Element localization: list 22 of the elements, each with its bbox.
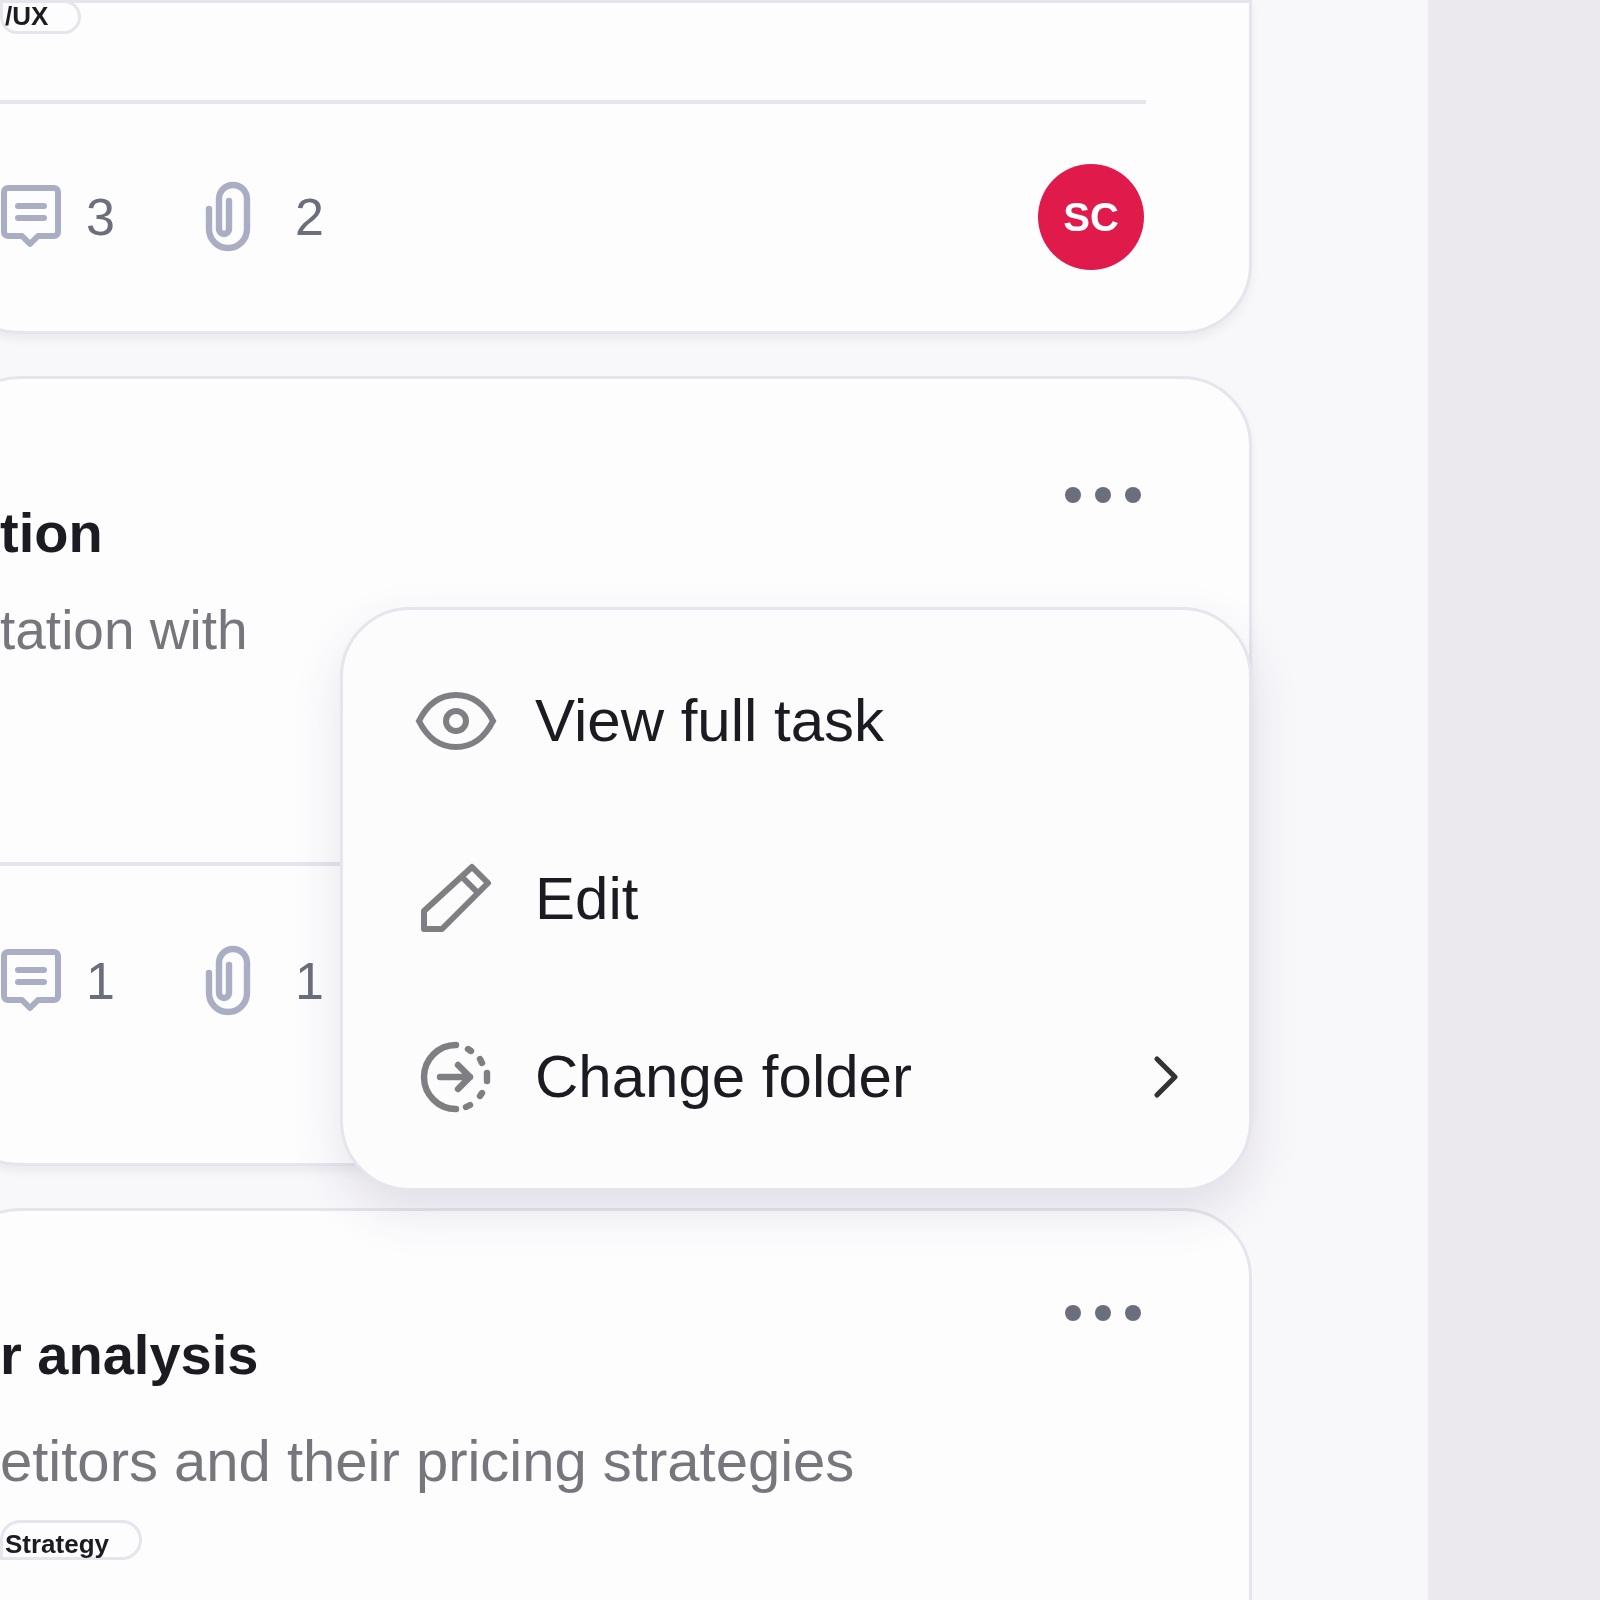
attachment-count: 2 [294, 187, 324, 249]
tag: /UX [0, 0, 82, 34]
menu-item-label: Edit [535, 864, 639, 934]
comment-count: 1 [86, 950, 115, 1012]
menu-item[interactable]: View full task [371, 632, 1221, 810]
avatar: SC [1038, 164, 1144, 271]
tag: Strategy [0, 1520, 143, 1560]
menu-item[interactable]: Edit [371, 810, 1221, 988]
menu-item[interactable]: Change folder [371, 988, 1221, 1166]
paperclip-icon [204, 181, 251, 254]
attachment-count: 1 [294, 950, 324, 1012]
paperclip-icon [204, 944, 251, 1017]
task-title: r analysis [0, 1322, 259, 1388]
comment-icon [0, 947, 62, 1014]
comment-count: 3 [86, 187, 115, 249]
task-description: etitors and their pricing strategies [0, 1427, 856, 1495]
menu-item-label: Change folder [535, 1042, 912, 1112]
eye-icon [415, 691, 497, 751]
menu-item-label: View full task [535, 686, 885, 756]
task-description: tation with [0, 598, 249, 663]
chevron-right-icon [1153, 1055, 1181, 1099]
task-title: tion [0, 500, 103, 566]
